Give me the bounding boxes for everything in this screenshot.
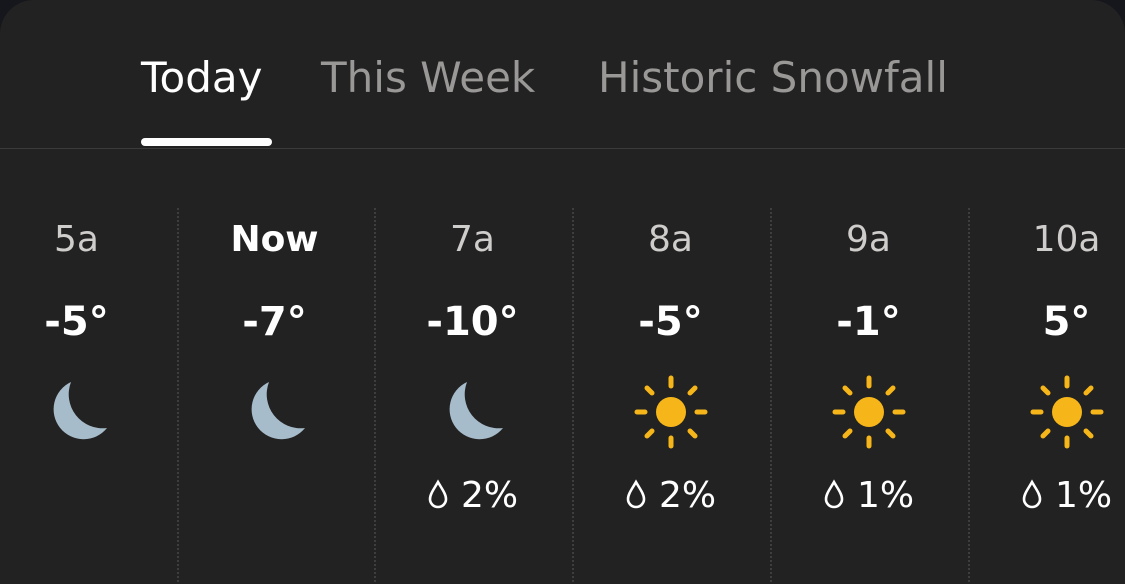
raindrop-icon (824, 479, 844, 509)
hour-label: Now (230, 219, 319, 260)
hour-label: 9a (846, 219, 891, 260)
hourly-forecast-list[interactable]: 5a -5° Now -7° 7a -10° 2% 8a -5° 2% 9a -… (0, 148, 1125, 584)
temperature-value: -5° (638, 299, 703, 345)
moon-icon (251, 382, 305, 440)
precipitation-chance: 2% (572, 474, 769, 518)
moon-icon (53, 382, 107, 440)
raindrop-icon (1022, 479, 1042, 509)
precipitation-value: 2% (658, 475, 717, 516)
hour-label: 5a (54, 219, 99, 260)
raindrop-icon (428, 479, 448, 509)
tab-this-week[interactable]: This Week (321, 50, 535, 106)
raindrop-icon (626, 479, 646, 509)
hour-column-5a: 5a -5° (0, 148, 175, 584)
forecast-panel: Today This Week Historic Snowfall 5a -5°… (0, 0, 1125, 584)
tab-bar: Today This Week Historic Snowfall (0, 0, 1125, 149)
temperature-value: -5° (44, 299, 109, 345)
temperature-value: 5° (1042, 299, 1091, 345)
temperature-value: -10° (426, 299, 519, 345)
sun-icon (634, 375, 707, 449)
tab-today[interactable]: Today (141, 50, 262, 106)
precipitation-chance: 1% (770, 474, 967, 518)
sun-icon (1030, 375, 1103, 449)
hour-column-9a: 9a -1° 1% (770, 148, 967, 584)
temperature-value: -7° (242, 299, 307, 345)
sun-icon (832, 375, 905, 449)
active-tab-indicator (141, 138, 272, 146)
precipitation-chance: 2% (374, 474, 571, 518)
tab-historic-snowfall[interactable]: Historic Snowfall (598, 50, 948, 106)
hour-label: 10a (1032, 219, 1101, 260)
hour-column-7a: 7a -10° 2% (374, 148, 571, 584)
hour-column-now: Now -7° (176, 148, 373, 584)
moon-icon (449, 382, 503, 440)
hour-column-10a: 10a 5° 1% (968, 148, 1125, 584)
temperature-value: -1° (836, 299, 901, 345)
hour-column-8a: 8a -5° 2% (572, 148, 769, 584)
precipitation-value: 2% (460, 475, 519, 516)
hour-label: 8a (648, 219, 693, 260)
precipitation-value: 1% (1054, 475, 1113, 516)
precipitation-chance: 1% (968, 474, 1125, 518)
hour-label: 7a (450, 219, 495, 260)
precipitation-value: 1% (856, 475, 915, 516)
